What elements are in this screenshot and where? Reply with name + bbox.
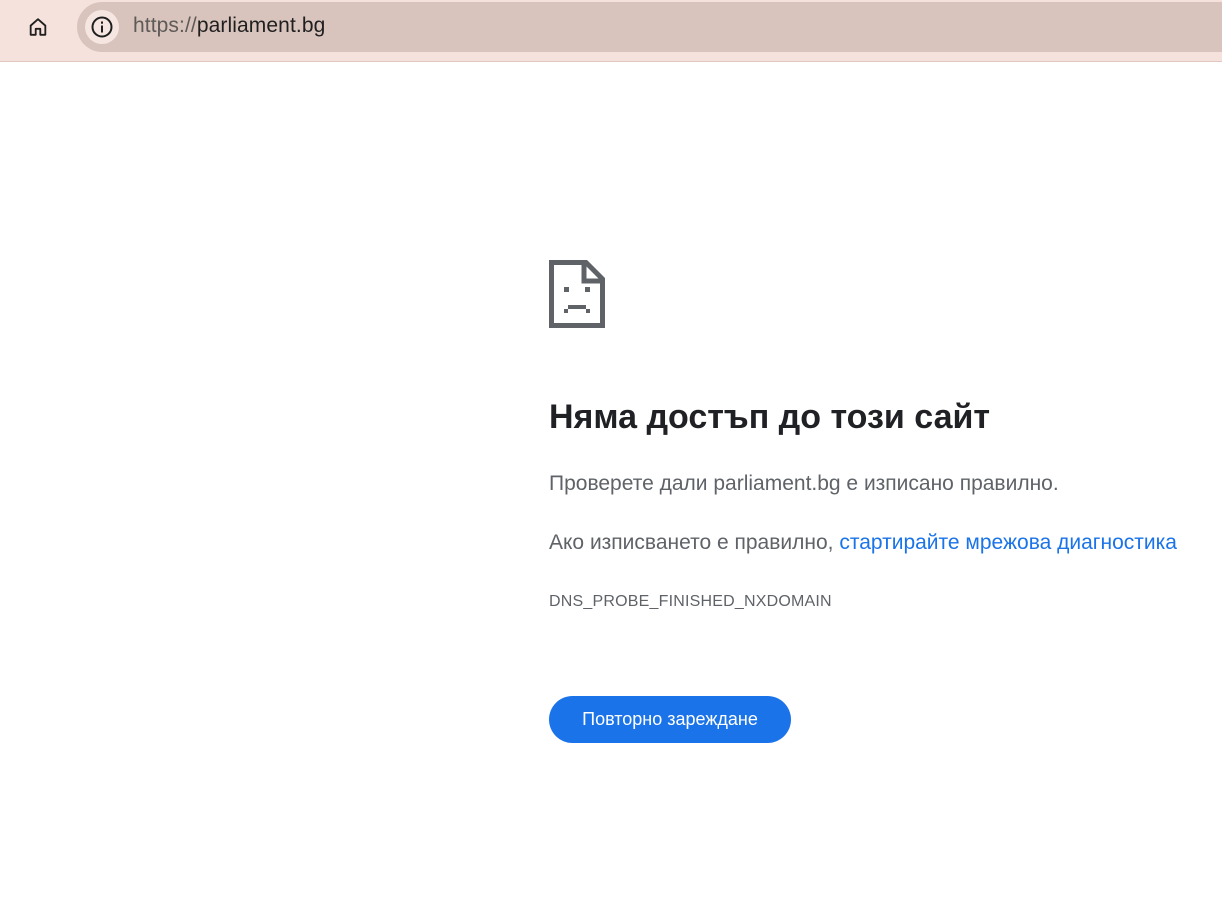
diagnostics-paragraph: Ако изписването е правилно, стартирайте … <box>549 531 1177 555</box>
error-code: DNS_PROBE_FINISHED_NXDOMAIN <box>549 593 832 610</box>
spelling-prefix: Ако изписването е правилно, <box>549 531 840 554</box>
check-spelling-text: Проверете дали parliament.bg е изписано … <box>549 472 1059 495</box>
url-text[interactable]: https://parliament.bg <box>133 14 325 38</box>
info-icon <box>91 16 113 38</box>
browser-toolbar: https://parliament.bg <box>0 0 1222 62</box>
reload-button[interactable]: Повторно зареждане <box>549 696 791 743</box>
sad-page-icon <box>549 260 605 328</box>
site-info-button[interactable] <box>85 10 119 44</box>
url-host: parliament.bg <box>196 14 326 37</box>
network-diagnostics-link[interactable]: стартирайте мрежова диагностика <box>839 531 1177 554</box>
home-icon <box>29 18 47 36</box>
address-bar[interactable]: https://parliament.bg <box>77 2 1222 52</box>
url-scheme: https:// <box>133 14 197 37</box>
error-heading: Няма достъп до този сайт <box>549 398 991 436</box>
home-button[interactable] <box>18 9 58 45</box>
